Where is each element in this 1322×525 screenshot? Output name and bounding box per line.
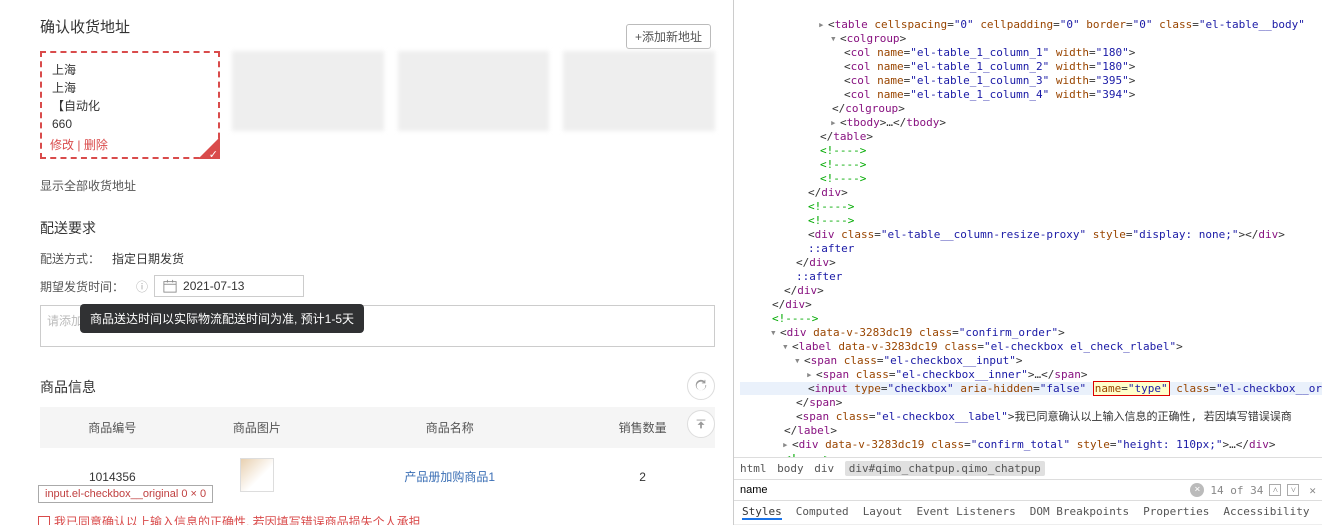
cell-qty: 2	[570, 448, 715, 505]
consent-checkbox[interactable]	[38, 516, 50, 525]
tab-computed[interactable]: Computed	[796, 505, 849, 520]
consent-row: 我已同意确认以上输入信息的正确性, 若因填写错误商品损失个人承担	[38, 513, 715, 525]
find-bar: × 14 of 34 ˄ ˅ ✕	[734, 480, 1322, 501]
col-image: 商品图片	[185, 407, 330, 448]
selected-check-icon	[198, 137, 220, 159]
crumb-selected[interactable]: div#qimo_chatpup.qimo_chatpup	[845, 461, 1045, 476]
product-name-link[interactable]: 产品册加购商品1	[404, 470, 495, 484]
confirm-address-title: 确认收货地址	[40, 16, 715, 37]
address-line: 上海	[52, 79, 208, 97]
delivery-tooltip: 商品送达时间以实际物流配送时间为准, 预计1-5天	[80, 304, 364, 333]
delivery-method-label: 配送方式：	[40, 250, 100, 267]
consent-text: 我已同意确认以上输入信息的正确性, 若因填写错误商品损失个人承担	[54, 513, 421, 525]
col-sku: 商品编号	[40, 407, 185, 448]
find-next-icon[interactable]: ˅	[1287, 484, 1299, 496]
devtools-panel: ▸<table cellspacing="0" cellpadding="0" …	[733, 0, 1322, 525]
breadcrumb[interactable]: html body div div#qimo_chatpup.qimo_chat…	[734, 457, 1322, 480]
date-value: 2021-07-13	[183, 279, 244, 293]
tab-dom-breakpoints[interactable]: DOM Breakpoints	[1030, 505, 1129, 520]
crumb-body[interactable]: body	[777, 462, 804, 475]
highlighted-input-node[interactable]: <input type="checkbox" aria-hidden="fals…	[740, 382, 1322, 395]
tab-layout[interactable]: Layout	[863, 505, 903, 520]
tab-accessibility[interactable]: Accessibility	[1223, 505, 1309, 520]
address-card-selected[interactable]: 上海 上海 【自动化 660 修改 | 删除	[40, 51, 220, 159]
clear-find-icon[interactable]: ×	[1190, 483, 1204, 497]
crumb-div[interactable]: div	[814, 462, 834, 475]
find-count: 14 of 34	[1210, 484, 1263, 497]
find-close-icon[interactable]: ✕	[1309, 484, 1316, 497]
delete-address-link[interactable]: 删除	[84, 138, 108, 152]
sep: |	[74, 138, 84, 152]
delivery-method-value: 指定日期发货	[112, 250, 184, 267]
address-line: 上海	[52, 61, 208, 79]
address-actions: 修改 | 删除	[50, 136, 108, 153]
show-all-addresses-link[interactable]: 显示全部收货地址	[40, 177, 715, 194]
inspect-size-tooltip: input.el-checkbox__original 0 × 0	[38, 485, 213, 503]
product-section-title: 商品信息	[40, 377, 96, 397]
expect-date-label: 期望发货时间：	[40, 278, 124, 295]
find-input[interactable]	[740, 484, 1184, 496]
find-prev-icon[interactable]: ˄	[1269, 484, 1281, 496]
address-line: 660	[52, 115, 208, 133]
delivery-section-title: 配送要求	[40, 218, 715, 238]
crumb-html[interactable]: html	[740, 462, 767, 475]
tab-event-listeners[interactable]: Event Listeners	[916, 505, 1015, 520]
elements-tree[interactable]: ▸<table cellspacing="0" cellpadding="0" …	[734, 0, 1322, 457]
address-line: 【自动化	[52, 97, 208, 115]
edit-address-link[interactable]: 修改	[50, 138, 74, 152]
calendar-icon	[163, 279, 177, 293]
cell-name: 产品册加购商品1	[329, 448, 570, 505]
col-name: 商品名称	[329, 407, 570, 448]
styles-tabs: Styles Computed Layout Event Listeners D…	[734, 501, 1322, 525]
tab-styles[interactable]: Styles	[742, 505, 782, 520]
date-input[interactable]: 2021-07-13	[154, 275, 304, 297]
blurred-addresses	[232, 51, 715, 131]
add-address-button[interactable]: +添加新地址	[626, 24, 711, 49]
info-icon[interactable]: ⓘ	[136, 278, 148, 295]
product-thumbnail[interactable]	[240, 458, 274, 492]
address-row: 上海 上海 【自动化 660 修改 | 删除	[40, 51, 715, 159]
back-to-top-icon[interactable]	[687, 410, 715, 438]
tab-properties[interactable]: Properties	[1143, 505, 1209, 520]
refresh-icon[interactable]	[687, 372, 715, 400]
